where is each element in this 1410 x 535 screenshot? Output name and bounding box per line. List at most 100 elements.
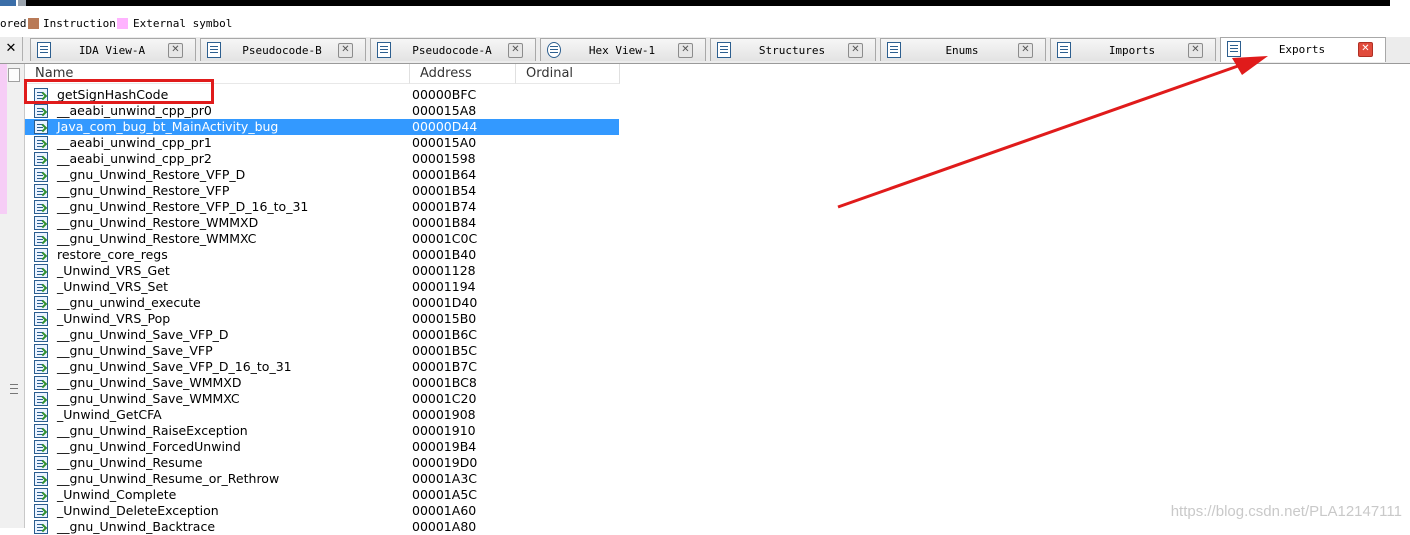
table-row[interactable]: _Unwind_VRS_Get 00001128 (25, 263, 619, 279)
table-row[interactable]: __gnu_Unwind_ForcedUnwind 000019B4 (25, 439, 619, 455)
export-entry-icon (34, 312, 48, 326)
disassembly-icon (37, 42, 51, 58)
export-name: __aeabi_unwind_cpp_pr2 (57, 151, 212, 166)
tab-pseudocode-a[interactable]: Pseudocode-A ✕ (370, 38, 536, 61)
table-row[interactable]: __gnu_Unwind_Save_VFP_D_16_to_31 00001B7C (25, 359, 619, 375)
export-address: 00001194 (412, 279, 476, 294)
export-address: 00001B54 (412, 183, 477, 198)
export-name: _Unwind_Complete (57, 487, 177, 502)
table-row[interactable]: _Unwind_Complete 00001A5C (25, 487, 619, 503)
column-header-address[interactable]: Address (410, 64, 516, 84)
legend-swatch-instruction (28, 18, 39, 29)
close-icon[interactable]: ✕ (848, 43, 863, 58)
export-entry-icon (34, 248, 48, 262)
tab-structures[interactable]: Structures ✕ (710, 38, 876, 61)
export-address: 00001B5C (412, 343, 478, 358)
close-icon[interactable]: ✕ (168, 43, 183, 58)
export-address: 000015B0 (412, 311, 477, 326)
export-address: 00001C0C (412, 231, 478, 246)
table-row[interactable]: restore_core_regs 00001B40 (25, 247, 619, 263)
pseudocode-icon (377, 42, 391, 58)
export-address: 00001C20 (412, 391, 477, 406)
splitter-grip-icon[interactable] (10, 384, 18, 394)
enums-icon (887, 42, 901, 58)
tab-label: Imports (1108, 44, 1156, 57)
tab-imports[interactable]: Imports ✕ (1050, 38, 1216, 61)
export-entry-icon (34, 472, 48, 486)
export-name: _Unwind_GetCFA (57, 407, 162, 422)
table-row[interactable]: __gnu_Unwind_Backtrace 00001A80 (25, 519, 619, 535)
export-address: 000015A0 (412, 135, 477, 150)
nav-band-segment (18, 0, 26, 6)
left-gutter (0, 64, 25, 528)
export-address: 00001A3C (412, 471, 477, 486)
nav-band-segment (26, 0, 1390, 6)
close-icon[interactable]: ✕ (508, 43, 523, 58)
table-row[interactable]: _Unwind_VRS_Pop 000015B0 (25, 311, 619, 327)
table-row[interactable]: _Unwind_GetCFA 00001908 (25, 407, 619, 423)
export-address: 00001A80 (412, 519, 477, 534)
tab-label: Exports (1278, 43, 1326, 56)
export-entry-icon (34, 520, 48, 534)
export-entry-icon (34, 392, 48, 406)
table-row[interactable]: __gnu_Unwind_Save_VFP_D 00001B6C (25, 327, 619, 343)
table-row[interactable]: __gnu_Unwind_Save_WMMXD 00001BC8 (25, 375, 619, 391)
table-row[interactable]: __gnu_Unwind_Resume_or_Rethrow 00001A3C (25, 471, 619, 487)
export-entry-icon (34, 344, 48, 358)
export-name: _Unwind_VRS_Get (57, 263, 170, 278)
tab-bar: ✕ IDA View-A ✕ Pseudocode-B ✕ Pseudocode… (0, 37, 1410, 64)
tab-enums[interactable]: Enums ✕ (880, 38, 1046, 61)
export-entry-icon (34, 296, 48, 310)
exports-icon (1227, 41, 1241, 57)
table-row[interactable]: __gnu_Unwind_Save_WMMXC 00001C20 (25, 391, 619, 407)
tab-ida-view-a[interactable]: IDA View-A ✕ (30, 38, 196, 61)
export-name: __aeabi_unwind_cpp_pr1 (57, 135, 212, 150)
table-row[interactable]: __aeabi_unwind_cpp_pr1 000015A0 (25, 135, 619, 151)
navigation-band[interactable] (0, 0, 1410, 6)
table-row[interactable]: __aeabi_unwind_cpp_pr2 00001598 (25, 151, 619, 167)
table-row[interactable]: __gnu_Unwind_Restore_VFP 00001B54 (25, 183, 619, 199)
tab-label: Structures (758, 44, 826, 57)
close-icon[interactable]: ✕ (1018, 43, 1033, 58)
export-address: 00001A60 (412, 503, 477, 518)
export-name: __gnu_Unwind_Backtrace (57, 519, 216, 534)
tab-hex-view-1[interactable]: Hex View-1 ✕ (540, 38, 706, 61)
legend-swatch-external-symbol (117, 18, 128, 29)
table-row[interactable]: Java_com_bug_bt_MainActivity_bug 00000D44 (25, 119, 619, 135)
tab-exports[interactable]: Exports ✕ (1220, 37, 1386, 62)
scroll-thumb[interactable] (8, 68, 20, 82)
table-row[interactable]: __gnu_Unwind_Resume 000019D0 (25, 455, 619, 471)
export-address: 00001908 (412, 407, 476, 422)
table-row[interactable]: __aeabi_unwind_cpp_pr0 000015A8 (25, 103, 619, 119)
hex-icon (547, 42, 561, 58)
close-icon[interactable]: ✕ (1188, 43, 1203, 58)
table-row[interactable]: __gnu_Unwind_Restore_VFP_D 00001B64 (25, 167, 619, 183)
table-row[interactable]: __gnu_Unwind_Restore_WMMXC 00001C0C (25, 231, 619, 247)
close-icon[interactable]: ✕ (678, 43, 693, 58)
export-name: Java_com_bug_bt_MainActivity_bug (57, 119, 279, 134)
close-panel-button[interactable]: ✕ (0, 37, 23, 61)
export-entry-icon (34, 264, 48, 278)
export-entry-icon (34, 232, 48, 246)
export-address: 00001B40 (412, 247, 477, 262)
export-name: __gnu_Unwind_RaiseException (57, 423, 248, 438)
legend-label: Instruction (43, 17, 116, 30)
table-row[interactable]: _Unwind_DeleteException 00001A60 (25, 503, 619, 519)
export-address: 00001128 (412, 263, 476, 278)
export-name: __gnu_Unwind_Restore_VFP_D (57, 167, 246, 182)
table-row[interactable]: __gnu_Unwind_Restore_WMMXD 00001B84 (25, 215, 619, 231)
table-row[interactable]: __gnu_unwind_execute 00001D40 (25, 295, 619, 311)
close-icon[interactable]: ✕ (1358, 42, 1373, 57)
close-icon[interactable]: ✕ (338, 43, 353, 58)
export-address: 000019B4 (412, 439, 477, 454)
export-name: __gnu_Unwind_Save_VFP_D_16_to_31 (57, 359, 292, 374)
export-name: __gnu_Unwind_Save_VFP (57, 343, 213, 358)
table-row[interactable]: __gnu_Unwind_Save_VFP 00001B5C (25, 343, 619, 359)
column-header-ordinal[interactable]: Ordinal (516, 64, 620, 84)
table-row[interactable]: __gnu_Unwind_Restore_VFP_D_16_to_31 00001… (25, 199, 619, 215)
table-row[interactable]: __gnu_Unwind_RaiseException 00001910 (25, 423, 619, 439)
export-entry-icon (34, 376, 48, 390)
export-address: 00000D44 (412, 119, 478, 134)
tab-pseudocode-b[interactable]: Pseudocode-B ✕ (200, 38, 366, 61)
table-row[interactable]: _Unwind_VRS_Set 00001194 (25, 279, 619, 295)
